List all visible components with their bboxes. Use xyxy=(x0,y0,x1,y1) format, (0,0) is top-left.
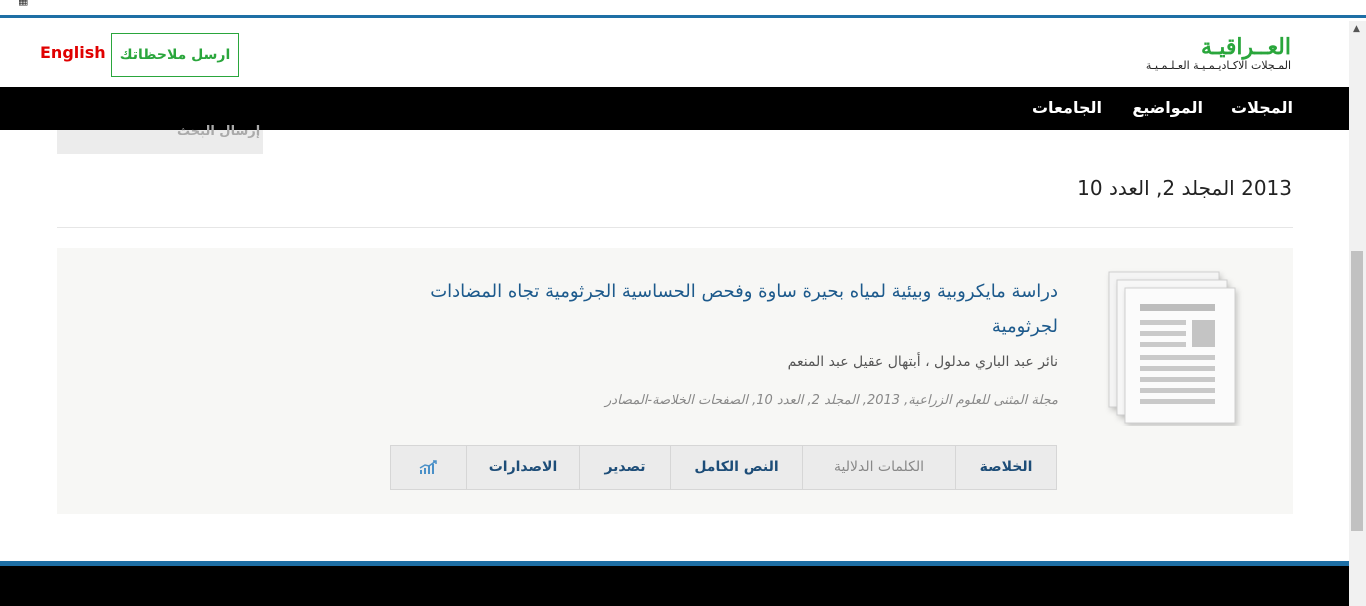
scroll-thumb[interactable] xyxy=(1351,251,1363,531)
tab-versions[interactable]: الاصدارات xyxy=(466,446,579,489)
divider xyxy=(57,227,1293,228)
article-card: دراسة مايكروبية وبيئية لمياه بحيرة ساوة … xyxy=(57,248,1293,514)
language-english-link[interactable]: English xyxy=(40,43,106,62)
apps-icon[interactable]: ▦ xyxy=(18,0,28,7)
nav-subjects[interactable]: المواضيع xyxy=(1132,98,1203,117)
tab-abstract[interactable]: الخلاصة xyxy=(955,446,1056,489)
nav-universities[interactable]: الجامعات xyxy=(1032,98,1102,117)
logo-subtitle: المـجلات الاكـاديـمـيـة العـلـمـيـة xyxy=(1145,59,1291,72)
site-logo[interactable]: العــراقيـة المـجلات الاكـاديـمـيـة العـ… xyxy=(1131,35,1291,73)
tab-fulltext[interactable]: النص الكامل xyxy=(670,446,802,489)
scroll-up-arrow-icon[interactable]: ▲ xyxy=(1353,24,1360,34)
article-title-link[interactable]: دراسة مايكروبية وبيئية لمياه بحيرة ساوة … xyxy=(428,274,1058,344)
tab-export[interactable]: تصدير xyxy=(579,446,670,489)
issue-title: 2013 المجلد 2, العدد 10 xyxy=(1077,176,1292,200)
bookmarks-bar: ▦ xyxy=(0,0,1366,18)
send-feedback-button[interactable]: ارسل ملاحظاتك xyxy=(111,33,239,77)
site-header: العــراقيـة المـجلات الاكـاديـمـيـة العـ… xyxy=(0,21,1349,87)
nav-journals[interactable]: المجلات xyxy=(1231,98,1293,117)
page-scrollbar[interactable]: ▲ xyxy=(1349,21,1366,606)
article-authors[interactable]: نائر عبد الباري مدلول ، أبتهال عقيل عبد … xyxy=(788,354,1058,370)
tab-keywords[interactable]: الكلمات الدلالية xyxy=(802,446,955,489)
submit-paper-box[interactable]: إرسال البحث xyxy=(57,124,263,154)
document-stack-icon xyxy=(1108,271,1236,424)
article-meta: مجلة المثنى للعلوم الزراعية, 2013, المجل… xyxy=(605,393,1058,408)
article-tabs: الخلاصة الكلمات الدلالية النص الكامل تصد… xyxy=(390,445,1057,490)
tab-stats[interactable] xyxy=(391,446,466,489)
logo-title: العــراقيـة xyxy=(1201,34,1291,60)
bar-chart-icon xyxy=(419,460,437,474)
submit-paper-label: إرسال البحث xyxy=(177,124,261,139)
site-footer xyxy=(0,566,1349,606)
